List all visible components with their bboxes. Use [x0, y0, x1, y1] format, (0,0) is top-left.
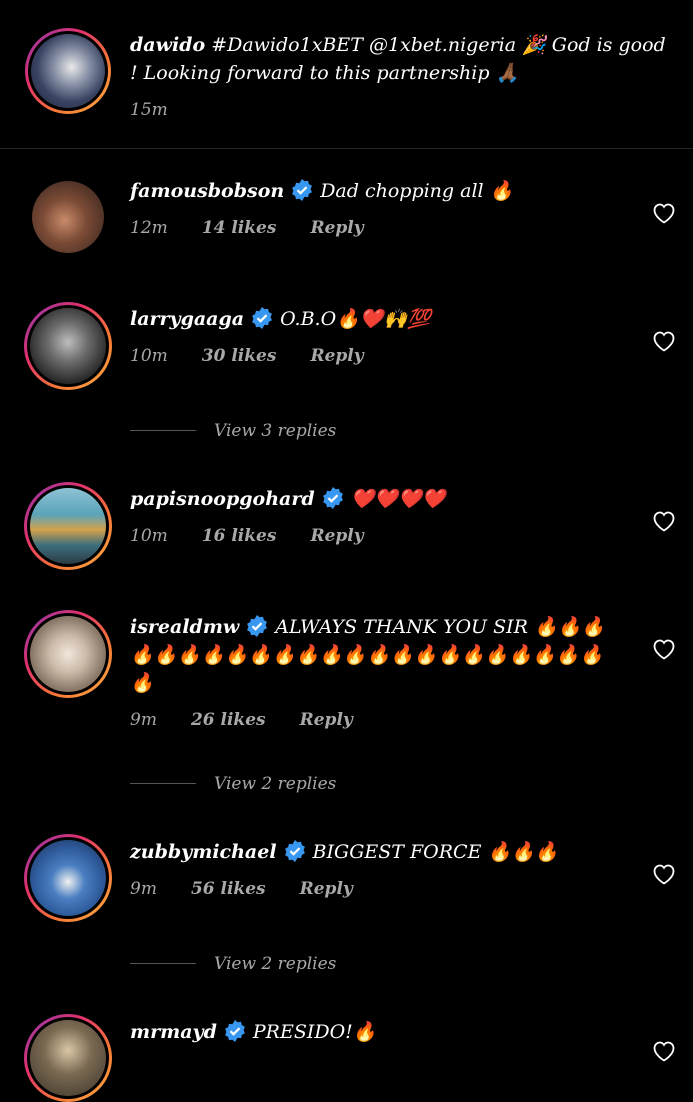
timestamp: 15m	[130, 100, 168, 120]
heart-icon[interactable]	[652, 863, 676, 885]
likes-count[interactable]: 16 likes	[202, 526, 277, 546]
avatar[interactable]	[25, 28, 111, 114]
username[interactable]: zubbymichael	[130, 841, 277, 863]
likes-count[interactable]: 30 likes	[202, 346, 277, 366]
timestamp: 10m	[130, 346, 168, 366]
timestamp: 10m	[130, 526, 168, 546]
reply-button[interactable]: Reply	[300, 879, 353, 899]
heart-icon[interactable]	[652, 202, 676, 224]
comment-text: BIGGEST FORCE 🔥🔥🔥	[312, 841, 559, 863]
verified-badge-icon	[284, 840, 305, 862]
avatar[interactable]	[24, 610, 112, 698]
comment-text: PRESIDO!🔥	[252, 1021, 377, 1043]
reply-button[interactable]: Reply	[300, 710, 353, 730]
divider-line	[130, 430, 196, 431]
view-replies-button[interactable]: View 2 replies	[130, 954, 336, 974]
avatar[interactable]	[24, 482, 112, 570]
divider-line	[130, 963, 196, 964]
comment-text: O.B.O🔥❤️🙌💯	[280, 308, 431, 330]
reply-button[interactable]: Reply	[310, 526, 363, 546]
timestamp: 12m	[130, 218, 168, 238]
view-replies-label: View 2 replies	[214, 774, 337, 794]
username[interactable]: papisnoopgohard	[130, 488, 315, 510]
avatar[interactable]	[32, 181, 104, 253]
post-caption: dawido #Dawido1xBET @1xbet.nigeria 🎉 God…	[0, 0, 693, 149]
divider-line	[130, 783, 196, 784]
username[interactable]: famousbobson	[130, 180, 284, 202]
verified-badge-icon	[247, 615, 268, 637]
comment-text: Dad chopping all 🔥	[320, 180, 514, 202]
username[interactable]: larrygaaga	[130, 308, 244, 330]
avatar[interactable]	[24, 834, 112, 922]
verified-badge-icon	[322, 487, 343, 509]
reply-button[interactable]: Reply	[310, 218, 363, 238]
view-replies-label: View 3 replies	[214, 421, 337, 441]
likes-count[interactable]: 26 likes	[191, 710, 266, 730]
avatar[interactable]	[24, 302, 112, 390]
heart-icon[interactable]	[652, 638, 676, 660]
likes-count[interactable]: 14 likes	[202, 218, 277, 238]
verified-badge-icon	[292, 179, 313, 201]
heart-icon[interactable]	[652, 510, 676, 532]
heart-icon[interactable]	[652, 1040, 676, 1062]
verified-badge-icon	[252, 307, 272, 329]
verified-badge-icon	[224, 1020, 245, 1042]
comment-text: ❤️❤️❤️❤️	[350, 488, 446, 510]
username[interactable]: isrealdmw	[130, 616, 239, 638]
username[interactable]: mrmayd	[130, 1021, 217, 1043]
caption-text: #Dawido1xBET @1xbet.nigeria 🎉 God is goo…	[130, 34, 666, 84]
avatar[interactable]	[24, 1014, 112, 1102]
view-replies-button[interactable]: View 3 replies	[130, 421, 336, 441]
timestamp: 9m	[130, 710, 157, 730]
view-replies-button[interactable]: View 2 replies	[130, 774, 336, 794]
timestamp: 9m	[130, 879, 157, 899]
reply-button[interactable]: Reply	[310, 346, 363, 366]
username[interactable]: dawido	[130, 34, 205, 56]
heart-icon[interactable]	[652, 330, 676, 352]
likes-count[interactable]: 56 likes	[191, 879, 266, 899]
view-replies-label: View 2 replies	[214, 954, 337, 974]
